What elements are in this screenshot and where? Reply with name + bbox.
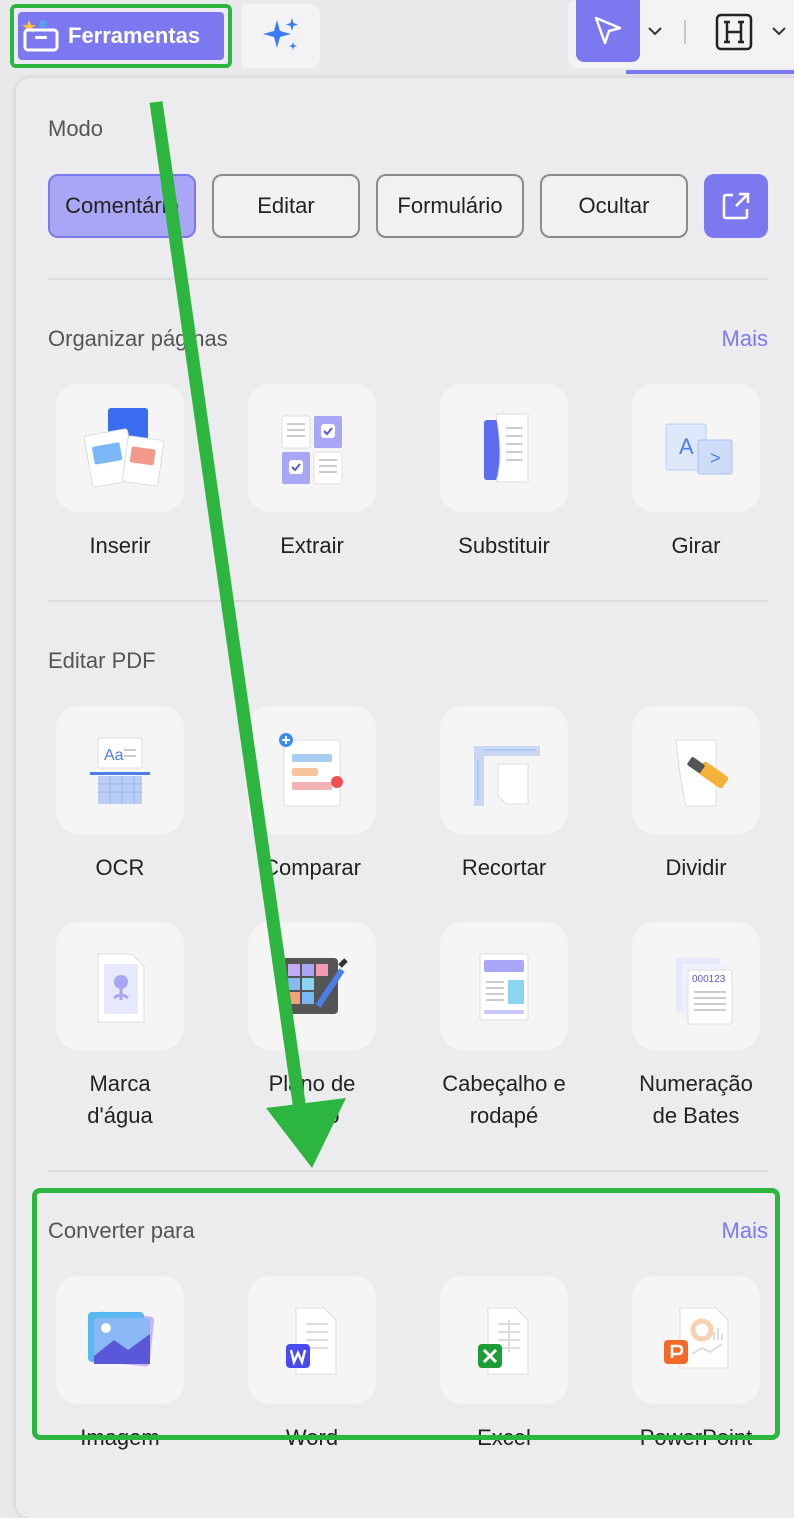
tool-replace[interactable] xyxy=(440,384,568,512)
cursor-icon xyxy=(594,16,622,45)
tool-bates-label-line2: de Bates xyxy=(652,1103,740,1128)
tools-tab[interactable]: Ferramentas xyxy=(18,12,224,60)
convert-excel-label: Excel xyxy=(477,1425,531,1450)
tool-split-label: Dividir xyxy=(665,855,727,880)
ocr-sample-text: Aa xyxy=(104,747,124,764)
tool-extract[interactable] xyxy=(248,384,376,512)
select-cursor-button[interactable] xyxy=(576,0,640,62)
tool-insert[interactable] xyxy=(56,384,184,512)
convert-excel[interactable] xyxy=(440,1276,568,1404)
mode-comment-button[interactable]: Comentário xyxy=(48,174,196,238)
convert-more-link[interactable]: Mais xyxy=(722,1218,768,1244)
tool-header-footer-label-line1: Cabeçalho e xyxy=(442,1071,566,1096)
tool-background[interactable] xyxy=(248,922,376,1050)
toolbar-separator xyxy=(684,20,686,44)
rotate-sample-letter: A xyxy=(679,434,694,459)
crop-icon xyxy=(474,746,540,806)
sparkle-icon xyxy=(263,18,298,50)
active-indicator xyxy=(626,70,794,74)
bates-sample-number: 000123 xyxy=(692,974,726,985)
insert-pages-icon xyxy=(83,408,165,488)
convert-powerpoint[interactable] xyxy=(632,1276,760,1404)
header-footer-icon xyxy=(479,953,529,1021)
ai-assistant-button[interactable] xyxy=(242,4,320,68)
mode-edit-button[interactable]: Editar xyxy=(212,174,360,238)
split-icon xyxy=(675,739,729,807)
heading-button[interactable] xyxy=(712,10,756,54)
watermark-icon xyxy=(97,953,145,1023)
tool-insert-label: Inserir xyxy=(89,533,151,558)
tool-bates-numbering[interactable]: 000123 xyxy=(632,922,760,1050)
tool-bates-label-line1: Numeração xyxy=(639,1071,753,1096)
tool-watermark-label-line2: d'água xyxy=(87,1103,153,1128)
convert-word[interactable] xyxy=(248,1276,376,1404)
edit-pdf-section-title: Editar PDF xyxy=(48,648,156,673)
tool-rotate-label: Girar xyxy=(671,533,721,558)
open-external-button[interactable] xyxy=(704,174,768,238)
tool-background-label-line2: fundo xyxy=(284,1103,340,1128)
tool-header-footer-label: Cabeçalho e rodapé xyxy=(414,1068,594,1132)
heading-h-icon xyxy=(715,13,753,51)
tool-ocr-label: OCR xyxy=(95,855,145,880)
heading-dropdown-chevron-icon[interactable] xyxy=(770,22,788,40)
replace-pages-icon xyxy=(484,413,529,483)
convert-word-label: Word xyxy=(285,1425,339,1450)
rotate-sample-arrow: > xyxy=(710,448,721,468)
mode-section-title: Modo xyxy=(48,116,104,141)
section-divider xyxy=(48,1170,768,1172)
excel-file-icon xyxy=(478,1307,529,1375)
convert-image-label: Imagem xyxy=(80,1425,160,1450)
tool-header-footer-label-line2: rodapé xyxy=(469,1103,539,1128)
toolbox-icon xyxy=(18,12,64,60)
tool-rotate[interactable]: A > xyxy=(632,384,760,512)
tool-header-footer[interactable] xyxy=(440,922,568,1050)
external-link-icon xyxy=(722,192,750,220)
tool-watermark-label-line1: Marca xyxy=(89,1071,151,1096)
mode-hide-button[interactable]: Ocultar xyxy=(540,174,688,238)
tools-tab-highlight[interactable]: Ferramentas xyxy=(10,4,232,68)
tool-compare-label: Comparar xyxy=(263,855,361,880)
powerpoint-file-icon xyxy=(664,1307,729,1369)
convert-section-title: Converter para xyxy=(48,1218,195,1243)
tool-bates-numbering-label: Numeração de Bates xyxy=(606,1068,786,1132)
mode-form-button[interactable]: Formulário xyxy=(376,174,524,238)
tool-ocr[interactable]: Aa xyxy=(56,706,184,834)
compare-icon xyxy=(279,733,343,807)
tools-tab-label: Ferramentas xyxy=(68,23,201,48)
rotate-pages-icon: A > xyxy=(665,423,733,475)
image-file-icon xyxy=(88,1311,155,1367)
convert-powerpoint-label: PowerPoint xyxy=(639,1425,753,1450)
organize-section-title: Organizar páginas xyxy=(48,326,228,351)
tool-watermark[interactable] xyxy=(56,922,184,1050)
word-file-icon xyxy=(286,1307,337,1375)
tool-replace-label: Substituir xyxy=(458,533,550,558)
organize-more-link[interactable]: Mais xyxy=(722,326,768,352)
tool-crop[interactable] xyxy=(440,706,568,834)
section-divider xyxy=(48,278,768,280)
tool-background-label: Plano de fundo xyxy=(222,1068,402,1132)
tool-compare[interactable] xyxy=(248,706,376,834)
tool-crop-label: Recortar xyxy=(461,855,547,880)
bates-numbering-icon: 000123 xyxy=(676,958,733,1025)
tool-split[interactable] xyxy=(632,706,760,834)
ocr-icon: Aa xyxy=(90,737,150,804)
top-toolbar: Ferramentas xyxy=(0,0,794,74)
section-divider xyxy=(48,600,768,602)
tool-extract-label: Extrair xyxy=(280,533,344,558)
tool-background-label-line1: Plano de xyxy=(268,1071,356,1096)
extract-pages-icon xyxy=(281,415,343,485)
convert-image[interactable] xyxy=(56,1276,184,1404)
background-icon xyxy=(282,958,348,1014)
cursor-dropdown-chevron-icon[interactable] xyxy=(646,22,664,40)
tool-watermark-label: Marca d'água xyxy=(30,1068,210,1132)
